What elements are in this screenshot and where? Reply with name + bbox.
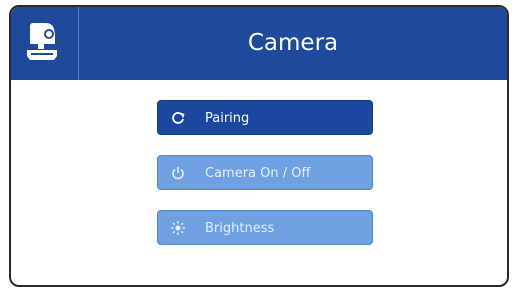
pairing-icon — [172, 112, 185, 124]
header-icon-button[interactable] — [11, 7, 79, 80]
device-screen: Camera Pairing Camera On / Off Brightnes… — [9, 5, 509, 287]
pairing-label: Pairing — [205, 111, 250, 126]
page-title: Camera — [247, 30, 339, 56]
power-icon — [172, 167, 184, 180]
camera-device-icon — [27, 23, 57, 60]
pairing-button[interactable]: Pairing — [157, 100, 373, 135]
brightness-label: Brightness — [205, 221, 275, 236]
camera-on-off-button[interactable]: Camera On / Off — [157, 155, 373, 190]
brightness-icon — [171, 221, 185, 235]
brightness-button[interactable]: Brightness — [157, 210, 373, 245]
header-bar: Camera — [11, 7, 507, 80]
camera-on-off-label: Camera On / Off — [205, 166, 311, 181]
